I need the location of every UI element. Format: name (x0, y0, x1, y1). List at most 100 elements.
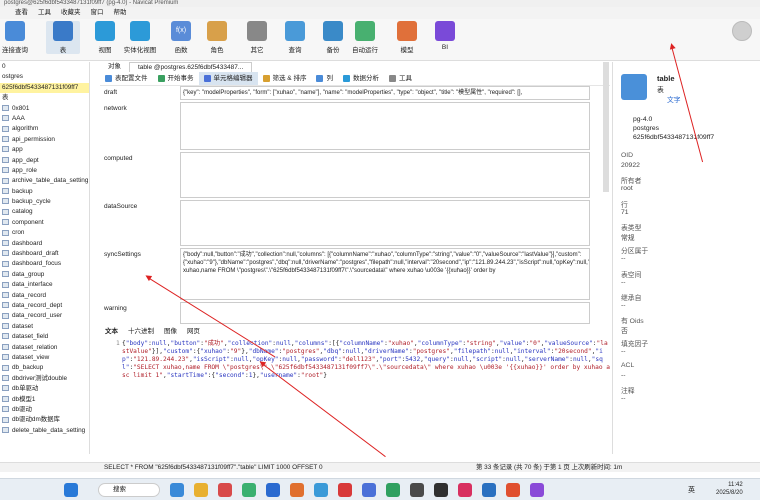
ribbon-button-11[interactable]: BI (428, 21, 462, 51)
tree-node-table[interactable]: app (0, 145, 89, 155)
app-icon-14[interactable] (482, 483, 496, 497)
field-value[interactable] (180, 152, 590, 198)
tree-node-table[interactable]: algorithm (0, 124, 89, 134)
windows-start-icon[interactable] (64, 483, 78, 497)
tree-node-header[interactable]: 表 (0, 93, 89, 103)
tab-objects[interactable]: 对象 (100, 62, 129, 72)
ribbon-button-10[interactable]: 模型 (390, 21, 424, 54)
tree-node-header[interactable]: 0 (0, 62, 89, 72)
ribbon-button-3[interactable]: 实体化视图 (118, 21, 162, 54)
field-value[interactable] (180, 102, 590, 150)
tree-node-table[interactable]: cron (0, 228, 89, 238)
field-value[interactable] (180, 302, 590, 324)
app-icon-16[interactable] (530, 483, 544, 497)
menu-window[interactable]: 窗口 (86, 7, 109, 19)
taskbar-search[interactable]: 搜索 (98, 483, 160, 497)
tree-node-table[interactable]: catalog (0, 207, 89, 217)
tree-node-table[interactable]: dashboard_focus (0, 259, 89, 269)
tree-node-label: app (12, 146, 23, 154)
app-icon-12[interactable] (434, 483, 448, 497)
tree-node-table[interactable]: dataset (0, 322, 89, 332)
menu-favorites[interactable]: 收藏夹 (56, 7, 86, 19)
tree-node-table[interactable]: app_dept (0, 156, 89, 166)
tree-node-table[interactable]: data_record (0, 291, 89, 301)
app-icon-4[interactable] (242, 483, 256, 497)
tree-node-table[interactable]: db模型1 (0, 395, 89, 405)
tree-node-header[interactable]: ostgres (0, 72, 89, 82)
tree-node-table[interactable]: component (0, 218, 89, 228)
viewer-tab-0[interactable]: 文本 (100, 327, 123, 337)
toolbar-button-3[interactable]: 筛选 & 排序 (258, 72, 312, 85)
tree-node-table[interactable]: dashboard (0, 239, 89, 249)
viewer-tab-1[interactable]: 十六进制 (123, 327, 159, 337)
tree-node-table[interactable]: dataset_view (0, 353, 89, 363)
tree-node-header[interactable]: 625f6dbf5433487131f09ff7 (0, 82, 89, 94)
tree-node-table[interactable]: dbdriver测试double (0, 374, 89, 384)
user-avatar[interactable] (732, 21, 752, 41)
ribbon-button-5[interactable]: 角色 (200, 21, 234, 54)
tree-node-label: backup (12, 187, 33, 195)
ribbon-button-6[interactable]: 其它 (240, 21, 274, 54)
app-icon-7[interactable] (314, 483, 328, 497)
toolbar-button-6[interactable]: 工具 (384, 72, 417, 85)
toolbar-button-5[interactable]: 数据分析 (338, 72, 384, 85)
ime-indicator[interactable]: 英 (688, 485, 695, 495)
tree-node-table[interactable]: data_group (0, 270, 89, 280)
ribbon-button-8[interactable]: 备份 (316, 21, 350, 54)
app-icon-15[interactable] (506, 483, 520, 497)
app-icon-10[interactable] (386, 483, 400, 497)
tree-node-table[interactable]: AAA (0, 114, 89, 124)
toolbar-button-4[interactable]: 列 (311, 72, 338, 85)
tree-node-table[interactable]: dataset_field (0, 332, 89, 342)
ribbon-button-7[interactable]: 查询 (278, 21, 312, 54)
tree-node-table[interactable]: backup_cycle (0, 197, 89, 207)
menu-tools[interactable]: 工具 (33, 7, 56, 19)
ribbon-button-9[interactable]: 自动运行 (348, 21, 382, 54)
info-link[interactable]: 文字 (667, 94, 681, 104)
app-icon-6[interactable] (290, 483, 304, 497)
form-scrollbar[interactable] (603, 62, 609, 192)
ribbon-button-0[interactable]: 连接查询 (0, 21, 30, 54)
tree-node-table[interactable]: db驱动dm数据库 (0, 415, 89, 425)
app-icon-11[interactable] (410, 483, 424, 497)
tree-node-table[interactable]: data_record_user (0, 311, 89, 321)
form-row-computed: computed (100, 152, 590, 198)
tree-node-table[interactable]: backup (0, 187, 89, 197)
app-icon-1[interactable] (170, 483, 184, 497)
app-icon-9[interactable] (362, 483, 376, 497)
tree-node-table[interactable]: db_backup (0, 363, 89, 373)
tree-node-table[interactable]: dashboard_draft (0, 249, 89, 259)
tree-node-table[interactable]: delete_table_data_setting (0, 426, 89, 436)
ribbon-button-4[interactable]: f(x) 函数 (164, 21, 198, 54)
ribbon-label: 实体化视图 (123, 47, 157, 54)
ribbon-button-2[interactable]: 视图 (88, 21, 122, 54)
json-viewer[interactable]: 1 {"body":null,"button":"成功","collection"… (116, 340, 610, 430)
app-icon-13[interactable] (458, 483, 472, 497)
viewer-tab-2[interactable]: 图像 (159, 327, 182, 337)
field-value[interactable] (180, 200, 590, 246)
tree-node-table[interactable]: 0x801 (0, 104, 89, 114)
app-icon-5[interactable] (266, 483, 280, 497)
viewer-tab-3[interactable]: 网页 (182, 327, 205, 337)
tree-node-table[interactable]: app_role (0, 166, 89, 176)
menu-help[interactable]: 帮助 (109, 7, 132, 19)
tree-node-table[interactable]: data_interface (0, 280, 89, 290)
toolbar-button-1[interactable]: 开始事务 (153, 72, 199, 85)
field-value[interactable]: {"key": "modelProperties", "form": ["xuh… (180, 86, 590, 100)
ribbon-button-1[interactable]: 表 (46, 21, 80, 54)
app-icon-8[interactable] (338, 483, 352, 497)
menu-view[interactable]: 查看 (10, 7, 33, 19)
field-value[interactable]: {"body":null,"button":"成功","collection":… (180, 248, 590, 300)
field-label: draft (104, 89, 118, 96)
tree-node-table[interactable]: data_record_dept (0, 301, 89, 311)
tree-node-table[interactable]: archive_table_data_setting (0, 176, 89, 186)
tree-node-table[interactable]: db单驱动 (0, 384, 89, 394)
tree-node-table[interactable]: db驱动 (0, 405, 89, 415)
app-icon-2[interactable] (194, 483, 208, 497)
tree-node-table[interactable]: dataset_relation (0, 343, 89, 353)
toolbar-button-0[interactable]: 表配置文件 (100, 72, 153, 85)
tab-table[interactable]: table @postgres.625f6dbf5433487... (129, 62, 253, 72)
tree-node-table[interactable]: api_permission (0, 135, 89, 145)
app-icon-3[interactable] (218, 483, 232, 497)
toolbar-button-2[interactable]: 单元格编辑器 (198, 72, 258, 85)
